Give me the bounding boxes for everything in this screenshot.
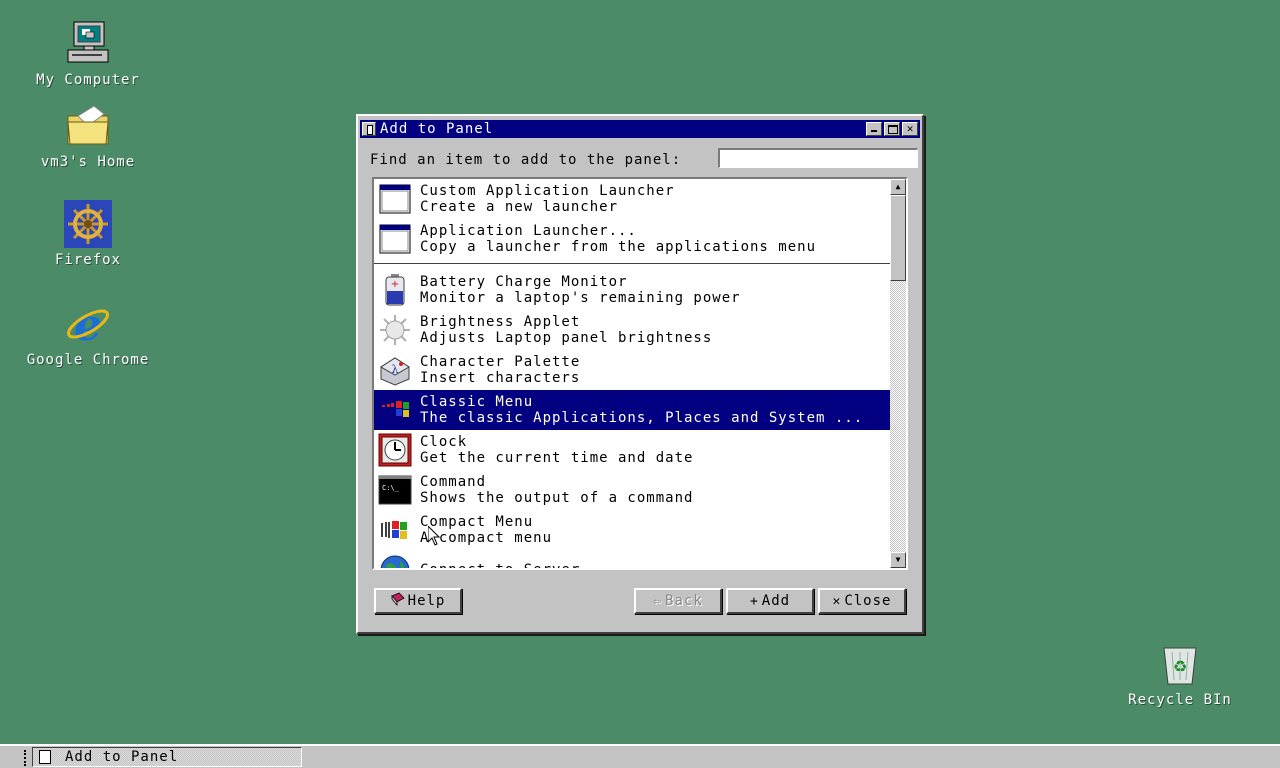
close-window-button[interactable] [902, 122, 918, 136]
desktop-icon-label: Recycle BIn [1128, 692, 1232, 708]
desktop-icon-label: Firefox [54, 252, 121, 268]
window-icon [378, 222, 412, 256]
item-desc: Insert characters [420, 370, 581, 386]
svg-text:+: + [391, 279, 399, 290]
windows-flag-icon [378, 513, 412, 547]
taskbar: Add to Panel [0, 744, 1280, 768]
character-palette-icon: λ [378, 353, 412, 387]
svg-text:C:\_: C:\_ [382, 484, 400, 492]
computer-icon [64, 20, 112, 68]
item-title: Custom Application Launcher [420, 183, 675, 199]
item-desc: Shows the output of a command [420, 490, 694, 506]
desktop-icon-label: Google Chrome [26, 352, 150, 368]
close-button[interactable]: ✕ Close [818, 588, 906, 614]
scroll-thumb[interactable] [890, 195, 906, 281]
add-button[interactable]: + Add [726, 588, 814, 614]
item-title: Application Launcher... [420, 223, 637, 239]
clock-icon [378, 433, 412, 467]
svg-text:♻: ♻ [1173, 657, 1187, 676]
list-item[interactable]: Brightness Applet Adjusts Laptop panel br… [374, 310, 892, 350]
item-title: Clock [420, 434, 468, 450]
back-button-label: Back [665, 593, 703, 609]
list-item[interactable]: Clock Get the current time and date [374, 430, 892, 470]
minimize-button[interactable] [866, 122, 882, 136]
desktop-icon-recycle-bin[interactable]: ♻ Recycle BIn [1110, 640, 1250, 708]
folder-icon [64, 102, 112, 150]
vertical-scrollbar[interactable]: ▲ ▼ [890, 179, 906, 568]
item-title: Battery Charge Monitor [420, 274, 628, 290]
window-menu-icon [39, 750, 51, 764]
sun-icon [378, 313, 412, 347]
ship-wheel-icon [64, 200, 112, 248]
item-title: Connect to Server... [420, 562, 609, 570]
desktop-icon-home-folder[interactable]: vm3's Home [18, 102, 158, 170]
item-desc: The classic Applications, Places and Sys… [420, 410, 864, 426]
applet-list[interactable]: Custom Application Launcher Create a new … [372, 177, 908, 570]
taskbar-task-add-to-panel[interactable]: Add to Panel [32, 747, 302, 767]
svg-text:e: e [74, 300, 102, 348]
scroll-up-button[interactable]: ▲ [890, 179, 906, 195]
search-input[interactable] [718, 148, 918, 168]
item-title: Command [420, 474, 487, 490]
window-menu-icon[interactable] [362, 122, 376, 136]
mouse-cursor-icon [427, 524, 441, 546]
globe-icon [378, 553, 412, 568]
help-button[interactable]: Help [374, 588, 462, 614]
ie-icon: e [64, 300, 112, 351]
window-icon [378, 182, 412, 216]
applet-list-items: Custom Application Launcher Create a new … [374, 179, 892, 570]
window-title: Add to Panel [380, 121, 494, 137]
taskbar-task-label: Add to Panel [65, 749, 179, 765]
back-arrow-icon: ⇦ [653, 593, 663, 609]
desktop-icon-firefox[interactable]: Firefox [18, 200, 158, 268]
list-item[interactable]: + Battery Charge Monitor Monitor a laptop… [374, 270, 892, 310]
find-row: Find an item to add to the panel: [370, 148, 918, 168]
battery-icon: + [378, 273, 412, 307]
find-label: Find an item to add to the panel: [370, 152, 682, 168]
list-item-selected[interactable]: Classic Menu The classic Applications, Pl… [374, 390, 892, 430]
desktop-icon-google-chrome[interactable]: e Google Chrome [18, 300, 158, 368]
scroll-down-button[interactable]: ▼ [890, 552, 906, 568]
list-item[interactable]: Custom Application Launcher Create a new … [374, 179, 892, 219]
list-item[interactable]: Connect to Server... [374, 550, 892, 570]
add-to-panel-dialog: Add to Panel Find an item to add to the … [356, 114, 924, 634]
list-item[interactable]: Application Launcher... Copy a launcher f… [374, 219, 892, 259]
taskbar-grip[interactable] [24, 750, 30, 766]
add-button-label: Add [761, 593, 791, 609]
back-button[interactable]: ⇦ Back [634, 588, 722, 614]
recycle-bin-icon: ♻ [1156, 640, 1204, 688]
titlebar[interactable]: Add to Panel [360, 120, 920, 138]
item-desc: Monitor a laptop's remaining power [420, 290, 741, 306]
help-button-label: Help [407, 593, 446, 609]
maximize-button[interactable] [884, 122, 900, 136]
item-desc: Get the current time and date [420, 450, 694, 466]
list-item[interactable]: λ Character Palette Insert characters [374, 350, 892, 390]
terminal-icon: C:\_ [378, 473, 412, 507]
item-desc: Create a new launcher [420, 199, 619, 215]
help-book-icon [390, 592, 405, 610]
svg-text:λ: λ [392, 363, 399, 376]
close-button-label: Close [844, 593, 892, 609]
list-item[interactable]: C:\_ Command Shows the output of a comman… [374, 470, 892, 510]
item-title: Brightness Applet [420, 314, 581, 330]
item-title: Character Palette [420, 354, 581, 370]
close-icon: ✕ [832, 593, 842, 609]
list-item[interactable]: Compact Menu A compact menu [374, 510, 892, 550]
item-desc: Adjusts Laptop panel brightness [420, 330, 713, 346]
desktop-icon-label: My Computer [36, 72, 140, 88]
desktop-icon-label: vm3's Home [40, 154, 136, 170]
windows-flag-icon [378, 393, 412, 427]
list-separator [374, 259, 892, 264]
desktop-icon-my-computer[interactable]: My Computer [18, 20, 158, 88]
plus-icon: + [749, 593, 759, 609]
item-title: Classic Menu [420, 394, 534, 410]
item-desc: Copy a launcher from the applications me… [420, 239, 817, 255]
